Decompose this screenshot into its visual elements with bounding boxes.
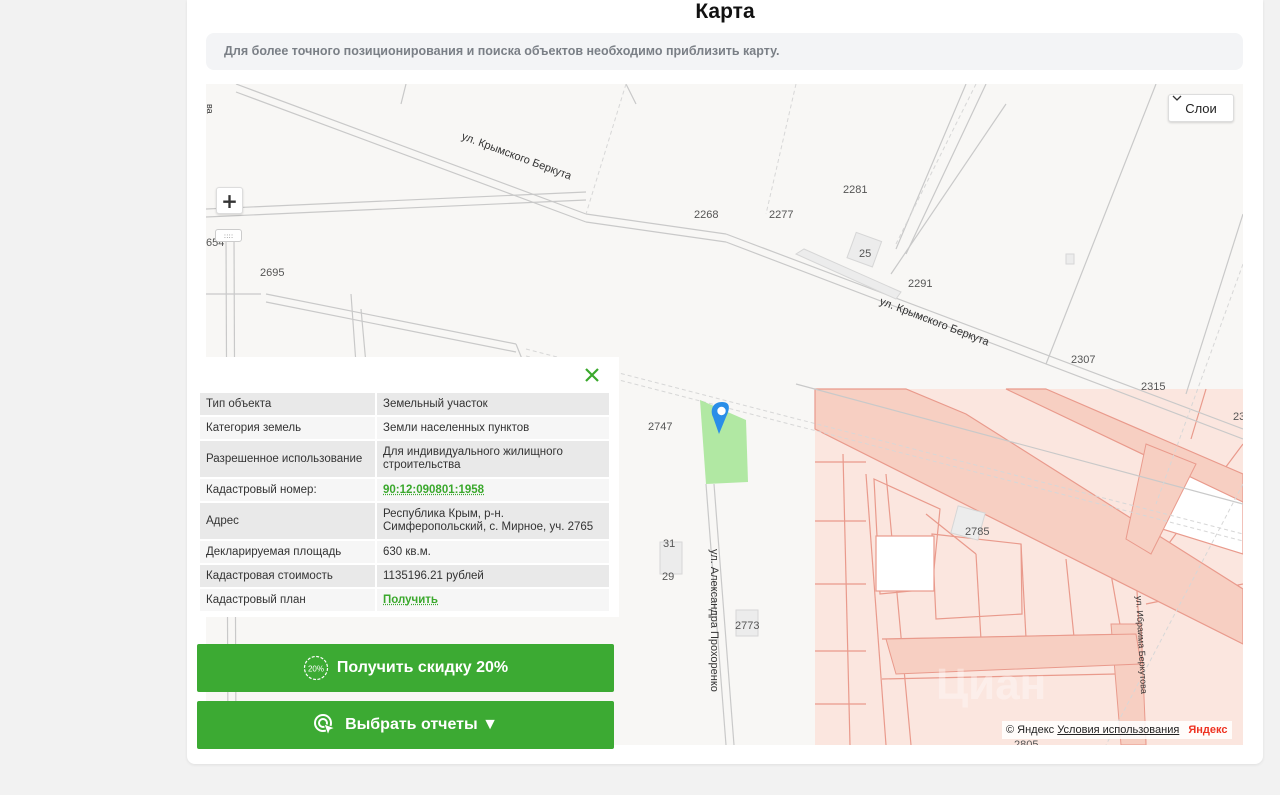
info-key: Кадастровый номер: — [200, 479, 377, 501]
info-row: Адрес Республика Крым, р-н. Симферопольс… — [200, 503, 609, 539]
layers-label: Слои — [1185, 101, 1217, 116]
cursor-click-icon — [314, 713, 337, 737]
discount-label: Получить скидку 20% — [336, 659, 509, 676]
zoom-notice: Для более точного позиционирования и пои… — [206, 33, 1243, 70]
parcel-label: 2268 — [694, 209, 718, 221]
terms-link[interactable]: Условия использования — [1057, 724, 1179, 736]
zoom-in-button[interactable]: + — [216, 187, 243, 214]
layers-button[interactable]: Слои — [1168, 94, 1234, 122]
discount-badge-text: 20% — [308, 664, 324, 673]
info-key: Разрешенное использование — [200, 441, 377, 477]
cian-watermark: Циан — [936, 660, 1046, 709]
street-label-krymskogo: ул. Крымского Беркута — [460, 131, 574, 183]
info-key: Кадастровая стоимость — [200, 565, 377, 587]
info-key: Кадастровый план — [200, 589, 377, 611]
parcel-label: 25 — [859, 248, 871, 260]
parcel-label: 2805 — [1014, 739, 1038, 745]
map-copyright: © Яндекс Условия использования Яндекс — [1002, 721, 1232, 739]
page-title: Карта — [695, 0, 755, 23]
info-row: Разрешенное использование Для индивидуал… — [200, 441, 609, 477]
parcel-info-table: Тип объекта Земельный участок Категория … — [200, 391, 609, 613]
parcel-info-popup: Тип объекта Земельный участок Категория … — [197, 357, 619, 617]
info-row: Кадастровый план Получить — [200, 589, 609, 611]
choose-reports-button[interactable]: Выбрать отчеты ▼ — [197, 701, 614, 749]
parcel-label: 2307 — [1071, 354, 1095, 366]
percent-badge-icon: 20% — [303, 655, 328, 680]
parcel-label: 2277 — [769, 209, 793, 221]
street-label-prokhorenko: ул. Александра Прохоренко — [708, 549, 720, 692]
zoom-slider-handle[interactable]: :::: — [215, 229, 242, 242]
info-value: Республика Крым, р-н. Симферопольский, с… — [377, 503, 609, 539]
info-key: Категория земель — [200, 417, 377, 439]
parcel-label: 2785 — [965, 526, 989, 538]
parcel-label: 2747 — [648, 421, 672, 433]
parcel-label: 2281 — [843, 184, 867, 196]
close-x-icon[interactable] — [583, 366, 601, 384]
info-value: 630 кв.м. — [377, 541, 609, 563]
yandex-logo: Яндекс — [1188, 724, 1228, 736]
info-key: Адрес — [200, 503, 377, 539]
parcel-label: 29 — [662, 571, 674, 583]
parcel-label: 2695 — [260, 267, 284, 279]
copyright-text: © Яндекс — [1006, 724, 1055, 736]
cadastral-number-link[interactable]: 90:12:090801:1958 — [383, 484, 484, 496]
info-row: Декларируемая площадь 630 кв.м. — [200, 541, 609, 563]
info-value: Для индивидуального жилищного строительс… — [377, 441, 609, 477]
parcel-label: 2315 — [1141, 381, 1165, 393]
info-value: Земельный участок — [377, 393, 609, 415]
get-discount-button[interactable]: 20% Получить скидку 20% — [197, 644, 614, 692]
info-value: Земли населенных пунктов — [377, 417, 609, 439]
info-key: Декларируемая площадь — [200, 541, 377, 563]
info-row: Категория земель Земли населенных пункто… — [200, 417, 609, 439]
parcel-label: 2773 — [735, 620, 759, 632]
info-row: Кадастровый номер: 90:12:090801:1958 — [200, 479, 609, 501]
parcel-label: 31 — [663, 538, 675, 550]
edge-label: ва — [206, 104, 215, 114]
parcel-label: 2291 — [908, 278, 932, 290]
parcel-label: 23 — [1233, 411, 1243, 423]
reports-label: Выбрать отчеты ▼ — [345, 716, 498, 733]
street-label-krymskogo-2: ул. Крымского Беркута — [878, 296, 992, 349]
chevron-down-icon — [1172, 95, 1182, 101]
info-row: Тип объекта Земельный участок — [200, 393, 609, 415]
info-value: 1135196.21 рублей — [377, 565, 609, 587]
info-key: Тип объекта — [200, 393, 377, 415]
get-plan-link[interactable]: Получить — [383, 594, 438, 606]
info-row: Кадастровая стоимость 1135196.21 рублей — [200, 565, 609, 587]
